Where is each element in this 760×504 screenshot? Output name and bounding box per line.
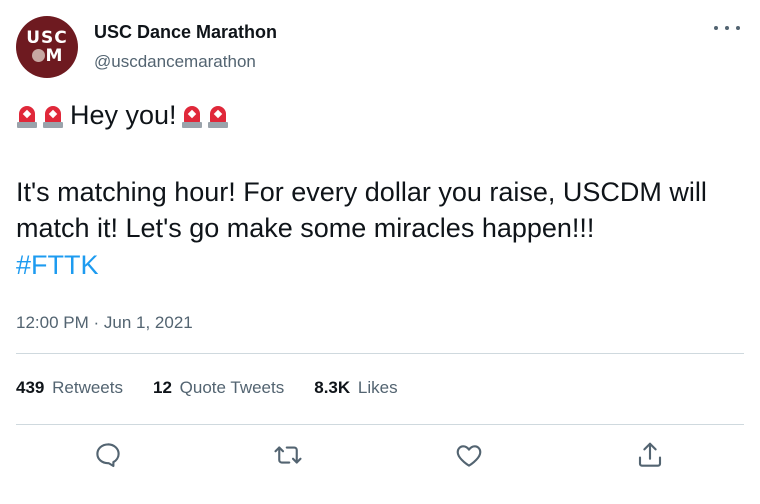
siren-icon: [207, 104, 229, 128]
like-heart-icon[interactable]: [454, 440, 484, 470]
tweet-headline: Hey you!: [70, 100, 177, 130]
tweet-card: USC M USC Dance Marathon @uscdancemarath…: [0, 0, 760, 504]
avatar[interactable]: USC M: [16, 16, 78, 78]
avatar-text-usc: USC: [26, 27, 68, 48]
tweet-timestamp[interactable]: 12:00 PM · Jun 1, 2021: [16, 313, 193, 333]
likes-label: Likes: [357, 378, 398, 397]
quote-tweets-label: Quote Tweets: [179, 378, 285, 397]
likes-stat[interactable]: 8.3K Likes: [314, 378, 397, 398]
display-name[interactable]: USC Dance Marathon: [94, 22, 277, 43]
quote-tweets-count: 12: [152, 378, 172, 397]
reply-icon[interactable]: [93, 440, 123, 470]
divider: [16, 424, 744, 425]
tweet-body: It's matching hour! For every dollar you…: [16, 177, 707, 243]
more-options-icon[interactable]: [714, 18, 740, 38]
likes-count: 8.3K: [314, 378, 351, 397]
hashtag-link[interactable]: #FTTK: [16, 250, 99, 281]
siren-icon: [181, 104, 203, 128]
retweets-count: 439: [16, 378, 45, 397]
tweet-headline-line: Hey you!: [16, 100, 233, 131]
tweet-stats: 439 Retweets 12 Quote Tweets 8.3K Likes: [16, 378, 428, 398]
retweets-label: Retweets: [52, 378, 123, 397]
avatar-text-dm: M: [31, 47, 62, 65]
divider: [16, 353, 744, 354]
retweet-icon[interactable]: [273, 440, 303, 470]
action-bar: [0, 436, 760, 476]
siren-icon: [42, 104, 64, 128]
share-icon[interactable]: [635, 440, 665, 470]
quote-tweets-stat[interactable]: 12 Quote Tweets: [153, 378, 284, 398]
retweets-stat[interactable]: 439 Retweets: [16, 378, 123, 398]
user-handle[interactable]: @uscdancemarathon: [94, 52, 256, 72]
siren-icon: [16, 104, 38, 128]
